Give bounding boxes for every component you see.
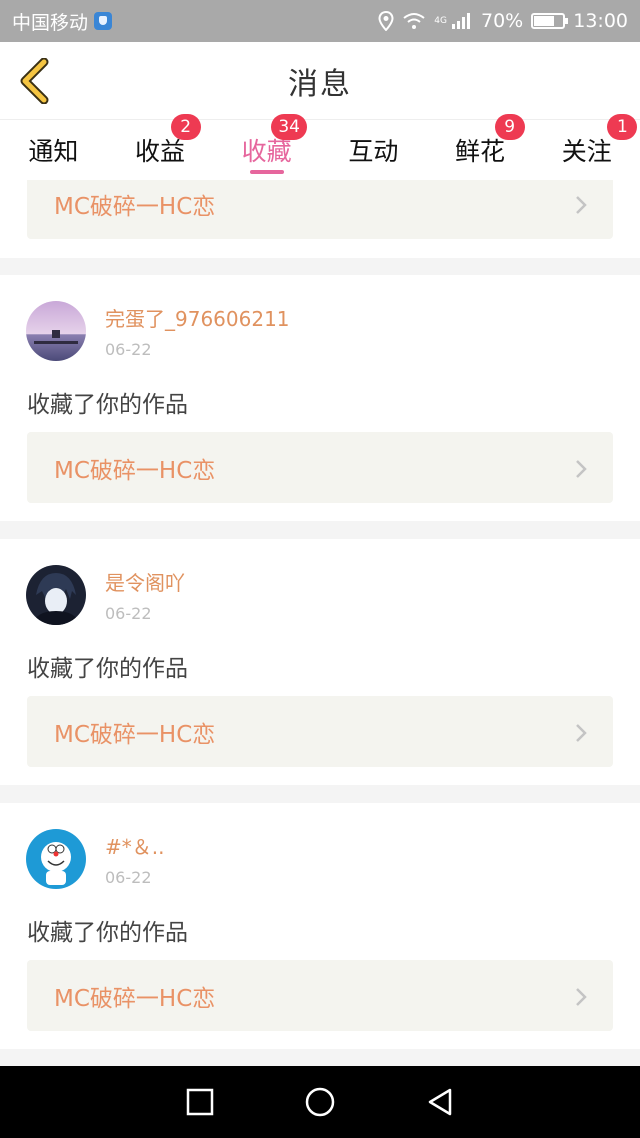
signal-strength-icon — [452, 13, 470, 29]
battery-fill — [534, 16, 555, 26]
chevron-left-icon — [20, 58, 49, 104]
unread-badge: 2 — [170, 114, 201, 140]
back-nav-button[interactable] — [418, 1080, 462, 1124]
avatar-anime-character — [26, 565, 86, 625]
tab-favorites[interactable]: 收藏 34 — [213, 114, 320, 180]
user-row[interactable]: 是令阁吖 06-22 — [26, 565, 185, 625]
header: 消息 — [0, 42, 640, 120]
avatar-doraemon — [26, 829, 86, 889]
user-meta: #*＆.. 06-22 — [105, 831, 164, 887]
work-title: MC破碎一HC恋 — [54, 193, 216, 220]
battery-icon — [531, 13, 569, 29]
action-text: 收藏了你的作品 — [27, 392, 188, 418]
message-card: 是令阁吖 06-22 收藏了你的作品 MC破碎一HC恋 — [0, 539, 640, 785]
unread-badge: 1 — [607, 114, 638, 140]
action-text: 收藏了你的作品 — [27, 656, 188, 682]
chevron-right-icon — [576, 987, 587, 1006]
username[interactable]: 完蛋了_976606211 — [105, 303, 290, 332]
work-link[interactable]: MC破碎一HC恋 — [27, 432, 613, 503]
avatar[interactable] — [26, 565, 86, 625]
battery-percent: 70% — [481, 10, 524, 32]
status-bar: 中国移动 4G 70% 13:00 — [0, 0, 640, 42]
tab-label: 通知 — [28, 137, 79, 166]
message-card: #*＆.. 06-22 收藏了你的作品 MC破碎一HC恋 — [0, 803, 640, 1049]
tab-follows[interactable]: 关注 1 — [533, 114, 640, 180]
tab-underline — [249, 170, 284, 174]
home-button[interactable] — [298, 1080, 342, 1124]
work-link[interactable]: MC破碎一HC恋 — [27, 696, 613, 767]
work-link[interactable]: MC破碎一HC恋 — [27, 960, 613, 1031]
avatar-sunset-photo — [26, 301, 86, 361]
username[interactable]: #*＆.. — [105, 831, 164, 860]
avatar[interactable] — [26, 301, 86, 361]
unread-badge: 34 — [271, 114, 307, 140]
user-row[interactable]: #*＆.. 06-22 — [26, 829, 164, 889]
tab-bar: 通知 收益 2 收藏 34 互动 鲜花 9 关注 1 — [0, 114, 640, 180]
back-button[interactable] — [12, 56, 56, 106]
page-title: 消息 — [288, 66, 352, 102]
recent-apps-button[interactable] — [178, 1080, 222, 1124]
tab-notifications[interactable]: 通知 — [0, 120, 107, 180]
tab-label: 互动 — [348, 137, 399, 166]
square-icon — [186, 1088, 214, 1116]
user-meta: 是令阁吖 06-22 — [105, 567, 185, 623]
unread-badge: 9 — [494, 114, 525, 140]
tab-earnings[interactable]: 收益 2 — [107, 114, 214, 180]
username[interactable]: 是令阁吖 — [105, 567, 185, 596]
carrier-label: 中国移动 — [12, 11, 89, 34]
wifi-icon — [403, 13, 425, 29]
location-pin-icon — [378, 11, 394, 31]
user-row[interactable]: 完蛋了_976606211 06-22 — [26, 301, 290, 361]
work-title: MC破碎一HC恋 — [54, 985, 216, 1012]
message-date: 06-22 — [105, 604, 152, 623]
tab-label: 关注 — [561, 137, 612, 166]
network-type-label: 4G — [434, 16, 447, 26]
message-feed[interactable]: MC破碎一HC恋 完蛋了_976606211 06-22 收藏了你的作品 MC破… — [0, 180, 640, 1066]
status-left: 中国移动 — [12, 8, 113, 35]
work-link[interactable]: MC破碎一HC恋 — [27, 180, 613, 239]
security-shield-icon — [94, 12, 113, 30]
chevron-right-icon — [576, 195, 587, 214]
work-title: MC破碎一HC恋 — [54, 721, 216, 748]
triangle-back-icon — [428, 1088, 452, 1116]
message-date: 06-22 — [105, 340, 152, 359]
tab-interactions[interactable]: 互动 — [320, 120, 427, 180]
system-nav-bar — [0, 1066, 640, 1138]
message-date: 06-22 — [105, 868, 152, 887]
tab-label: 鲜花 — [455, 137, 506, 166]
circle-icon — [305, 1087, 335, 1117]
tab-flowers[interactable]: 鲜花 9 — [427, 114, 534, 180]
message-card: MC破碎一HC恋 — [0, 180, 640, 258]
status-right: 4G 70% 13:00 — [378, 10, 628, 32]
action-text: 收藏了你的作品 — [27, 920, 188, 946]
chevron-right-icon — [576, 723, 587, 742]
message-card: 完蛋了_976606211 06-22 收藏了你的作品 MC破碎一HC恋 — [0, 275, 640, 521]
chevron-right-icon — [576, 459, 587, 478]
avatar[interactable] — [26, 829, 86, 889]
work-title: MC破碎一HC恋 — [54, 457, 216, 484]
clock: 13:00 — [573, 10, 628, 32]
user-meta: 完蛋了_976606211 06-22 — [105, 303, 290, 359]
